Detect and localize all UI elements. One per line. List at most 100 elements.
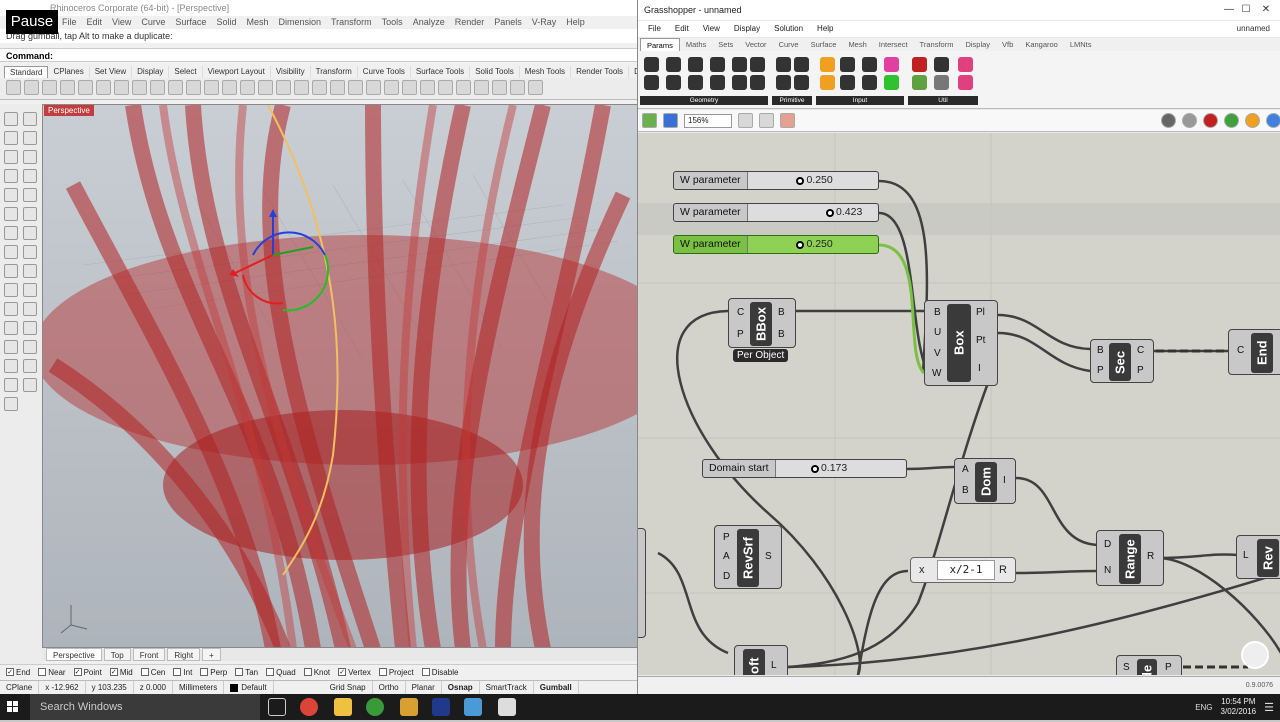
toolbar-tab-display[interactable]: Display <box>132 66 170 78</box>
rotate-view-icon[interactable] <box>186 80 201 95</box>
properties-icon[interactable] <box>330 80 345 95</box>
ribbon-component-icon-1[interactable] <box>666 57 681 72</box>
osnap-int[interactable]: Int <box>173 668 192 677</box>
preview-mode-icon[interactable] <box>1161 113 1176 128</box>
domain-start-slider[interactable]: Domain start 0.173 <box>702 459 907 478</box>
gh-menu-file[interactable]: File <box>648 21 661 37</box>
osnap-mid[interactable]: ✓ Mid <box>109 668 133 677</box>
slider-track[interactable]: 0.250 <box>747 172 878 189</box>
bbox-output-b2[interactable]: B <box>778 329 785 340</box>
rhino-taskbar-icon[interactable] <box>464 698 482 716</box>
grid-icon[interactable] <box>294 80 309 95</box>
ribbon-component-icon-22[interactable] <box>862 75 877 90</box>
osnap-checkbox[interactable]: ✓ <box>109 668 118 676</box>
bbox-input-p[interactable]: P <box>737 329 744 340</box>
ribbon-component-icon-4[interactable] <box>732 57 747 72</box>
range-output-r[interactable]: R <box>1147 551 1154 562</box>
clock[interactable]: 10:54 PM 3/02/2016 <box>1221 697 1257 717</box>
bottom-input-s[interactable]: S <box>1123 662 1130 673</box>
ribbon-component-icon-5[interactable] <box>750 57 765 72</box>
range-input-d[interactable]: D <box>1104 539 1111 550</box>
dom-input-b[interactable]: B <box>962 485 969 496</box>
ribbon-component-icon-19[interactable] <box>884 57 899 72</box>
sec-output-p[interactable]: P <box>1137 365 1144 376</box>
gh-tab-transform[interactable]: Transform <box>914 38 960 51</box>
osnap-knot[interactable]: Knot <box>303 668 330 677</box>
zoom-extents-icon[interactable] <box>738 113 753 128</box>
rhino-menu-surface[interactable]: Surface <box>175 16 206 29</box>
viewport-tab-right[interactable]: Right <box>167 648 201 661</box>
rhino-menu-file[interactable]: File <box>62 16 77 29</box>
w-parameter-slider-1[interactable]: W parameter 0.250 <box>673 171 879 190</box>
sphere-tool-icon[interactable] <box>23 226 37 240</box>
save-icon[interactable] <box>42 80 57 95</box>
osnap-quad[interactable]: Quad <box>266 668 296 677</box>
toolbar-tab-render-tools[interactable]: Render Tools <box>571 66 630 78</box>
toolbar-tab-viewport-layout[interactable]: Viewport Layout <box>203 66 271 78</box>
toolbar-tab-select[interactable]: Select <box>169 66 203 78</box>
gh-canvas[interactable]: W parameter 0.250 W parameter 0.423 W pa… <box>638 133 1280 675</box>
bbox-component[interactable]: C P BBox B B <box>728 298 796 348</box>
render-preview-icon[interactable] <box>474 80 489 95</box>
tray-language[interactable]: ENG <box>1195 703 1212 712</box>
ribbon-component-icon-13[interactable] <box>794 57 809 72</box>
polygon-icon[interactable] <box>4 188 18 202</box>
toolbar-tab-standard[interactable]: Standard <box>4 66 49 78</box>
osnap-perp[interactable]: Perp <box>200 668 227 677</box>
offscreen-component[interactable] <box>638 528 646 638</box>
sec-input-p[interactable]: P <box>1097 365 1104 376</box>
w-parameter-slider-2[interactable]: W parameter 0.423 <box>673 203 879 222</box>
material-icon[interactable] <box>420 80 435 95</box>
status-ortho[interactable]: Ortho <box>373 681 406 694</box>
toolbar-tab-set-view[interactable]: Set View <box>90 66 133 78</box>
rhino-menu-curve[interactable]: Curve <box>141 16 165 29</box>
box-icon[interactable] <box>4 226 18 240</box>
slider-knob[interactable] <box>810 465 819 473</box>
rectangle-icon[interactable] <box>23 169 37 183</box>
box-output-pl[interactable]: Pl <box>976 307 985 318</box>
gh-tab-kangaroo[interactable]: Kangaroo <box>1019 38 1064 51</box>
paste-icon[interactable] <box>132 80 147 95</box>
gh-menu-edit[interactable]: Edit <box>675 21 689 37</box>
rhino-command-line[interactable]: Command: <box>0 48 640 62</box>
gh-tab-params[interactable]: Params <box>640 38 680 51</box>
toolbar-tab-transform[interactable]: Transform <box>311 66 358 78</box>
gh-tab-intersect[interactable]: Intersect <box>873 38 914 51</box>
zoom-selected-icon[interactable] <box>258 80 273 95</box>
ribbon-component-icon-14[interactable] <box>776 75 791 90</box>
shaded-icon[interactable] <box>510 80 525 95</box>
move-icon[interactable] <box>4 302 18 316</box>
bottom-component[interactable]: S de P <box>1116 655 1182 675</box>
viewport-tab-top[interactable]: Top <box>103 648 131 661</box>
layer-tool-icon[interactable] <box>23 378 37 392</box>
circle-icon[interactable] <box>4 150 18 164</box>
slider-track[interactable]: 0.250 <box>747 236 878 253</box>
toolbar-tab-cplanes[interactable]: CPlanes <box>48 66 90 78</box>
rhino-menu-solid[interactable]: Solid <box>216 16 236 29</box>
expr-output-r[interactable]: R <box>999 564 1007 576</box>
render-tool-icon[interactable] <box>4 378 18 392</box>
point-icon[interactable] <box>23 112 37 126</box>
dom-input-a[interactable]: A <box>962 464 969 475</box>
gh-tab-display[interactable]: Display <box>959 38 996 51</box>
ribbon-component-icon-21[interactable] <box>840 75 855 90</box>
rhino-menu-edit[interactable]: Edit <box>87 16 103 29</box>
osnap-checkbox[interactable] <box>266 668 275 676</box>
rhino-menu-transform[interactable]: Transform <box>331 16 372 29</box>
undo-view-icon[interactable] <box>276 80 291 95</box>
photoshop-icon[interactable] <box>432 698 450 716</box>
viewport-tab-perspective[interactable]: Perspective <box>46 648 102 661</box>
fillet-icon[interactable] <box>23 245 37 259</box>
sec-component[interactable]: B P Sec C P <box>1090 339 1154 383</box>
rev-input-l[interactable]: L <box>1243 550 1249 561</box>
ribbon-component-icon-23[interactable] <box>884 75 899 90</box>
trim-icon[interactable] <box>4 264 18 278</box>
zoom-icon[interactable] <box>204 80 219 95</box>
ribbon-component-icon-25[interactable] <box>934 57 949 72</box>
ribbon-component-icon-26[interactable] <box>958 57 973 72</box>
osnap-vertex[interactable]: ✓ Vertex <box>338 668 371 677</box>
preview-eye-icon[interactable] <box>759 113 774 128</box>
w-parameter-slider-3[interactable]: W parameter 0.250 <box>673 235 879 254</box>
ribbon-component-icon-8[interactable] <box>688 75 703 90</box>
sec-input-b[interactable]: B <box>1097 345 1104 356</box>
